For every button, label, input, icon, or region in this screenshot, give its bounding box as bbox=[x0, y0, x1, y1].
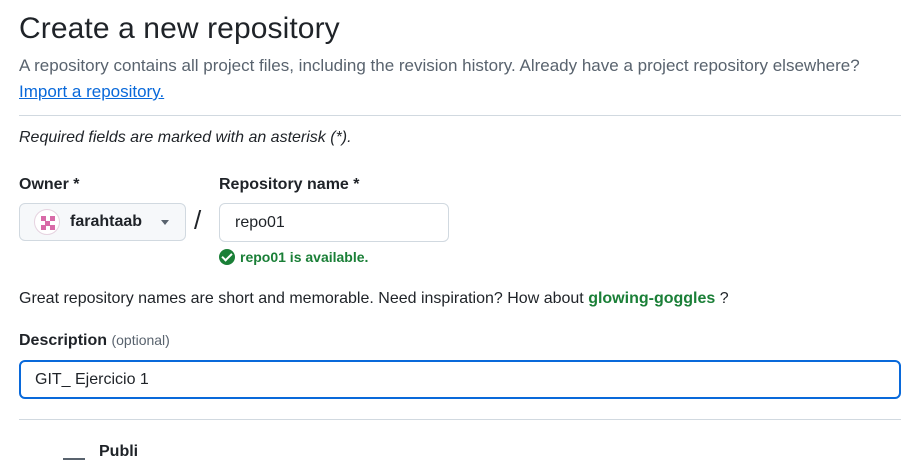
optional-tag: (optional) bbox=[111, 332, 170, 348]
owner-label: Owner * bbox=[19, 176, 80, 193]
name-inspiration: Great repository names are short and mem… bbox=[19, 290, 729, 308]
required-fields-note: Required fields are marked with an aster… bbox=[19, 129, 352, 146]
divider bbox=[19, 419, 901, 420]
availability-text: repo01 is available. bbox=[240, 249, 369, 265]
visibility-public-label: Publi bbox=[99, 443, 139, 460]
avatar bbox=[34, 209, 60, 235]
description-label: Description (optional) bbox=[19, 332, 170, 350]
inspiration-text: Great repository names are short and mem… bbox=[19, 290, 584, 307]
availability-status: repo01 is available. bbox=[219, 249, 368, 265]
repository-name-input[interactable] bbox=[219, 203, 449, 242]
owner-repo-separator: / bbox=[194, 205, 202, 235]
divider bbox=[19, 115, 901, 116]
description-input[interactable] bbox=[19, 360, 901, 399]
repository-name-label: Repository name * bbox=[219, 176, 360, 193]
owner-select-button[interactable]: farahtaab bbox=[19, 203, 186, 241]
description-label-text: Description bbox=[19, 332, 108, 349]
import-repository-link[interactable]: Import a repository. bbox=[19, 82, 164, 102]
inspiration-end: ? bbox=[715, 290, 729, 307]
chevron-down-icon bbox=[161, 219, 169, 225]
check-circle-icon bbox=[219, 249, 235, 265]
visibility-option-public[interactable]: Publi bbox=[63, 440, 138, 460]
page-title: Create a new repository bbox=[19, 12, 340, 45]
owner-name: farahtaab bbox=[70, 213, 143, 230]
page-subtitle: A repository contains all project files,… bbox=[19, 56, 860, 75]
suggested-name-link[interactable]: glowing-goggles bbox=[588, 290, 715, 307]
